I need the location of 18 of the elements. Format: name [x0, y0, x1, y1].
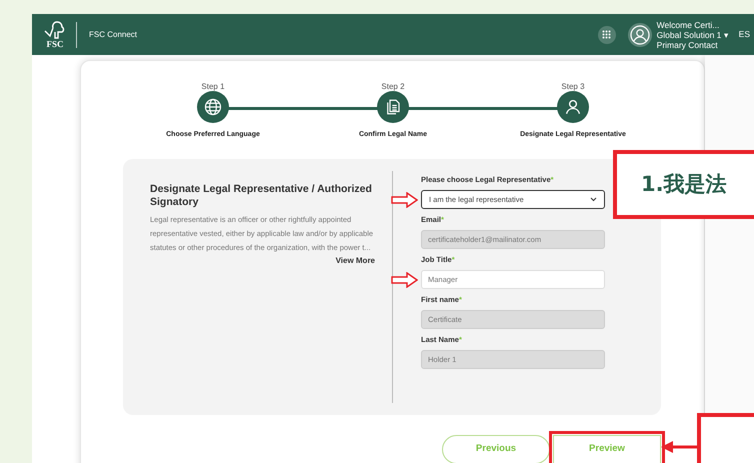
chevron-down-icon: [590, 197, 597, 202]
step-label: Step 1: [201, 82, 225, 92]
callout-text: 1.我是法: [641, 170, 727, 198]
step-label: Step 3: [561, 82, 585, 92]
avatar-icon[interactable]: [628, 22, 652, 46]
globe-icon: [204, 98, 222, 116]
app-name: FSC Connect: [89, 28, 138, 40]
view-more-link[interactable]: View More: [336, 255, 375, 267]
step-label: Step 2: [381, 82, 405, 92]
documents-icon: [384, 98, 402, 116]
person-icon: [564, 98, 582, 116]
pointer-arrow: [661, 440, 699, 454]
user-menu[interactable]: Welcome Certi... Global Solution 1 ▾ Primary Contact: [656, 20, 739, 50]
tree-checkmark-icon: [43, 20, 67, 40]
apps-grid-icon[interactable]: [598, 26, 616, 44]
language-code[interactable]: ES: [738, 28, 750, 41]
section-title: Designate Legal Representative / Authorized Signatory: [150, 183, 373, 209]
logo-text: FSC: [46, 40, 64, 49]
